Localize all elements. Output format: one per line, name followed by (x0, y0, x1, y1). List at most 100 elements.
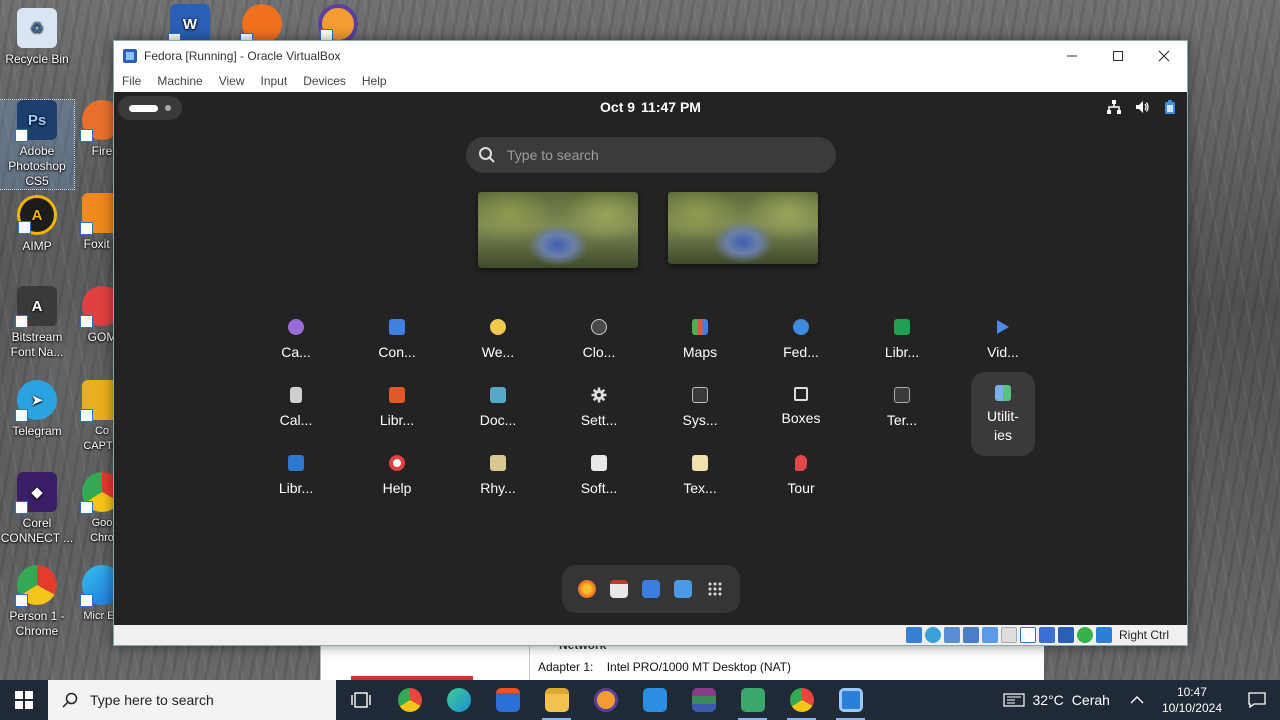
weather-temp: 32°C (1032, 692, 1064, 708)
start-button[interactable] (0, 680, 48, 720)
top-bar-clock[interactable]: Oct 9 11:47 PM (114, 99, 1187, 115)
taskbar-chrome[interactable] (385, 680, 434, 720)
overview-search-input[interactable]: Type to search (466, 137, 836, 173)
text-editor-icon (692, 455, 708, 471)
weather-widget[interactable]: 32°C Cerah (1002, 692, 1110, 708)
desktop-icon-chrome-person1[interactable]: Person 1 - Chrome (0, 565, 74, 639)
photoshop-icon: Ps (15, 100, 57, 142)
app-folder-utilities[interactable]: Utilit-ies (971, 372, 1035, 456)
dash-software-icon[interactable] (674, 580, 692, 598)
task-view-button[interactable] (336, 680, 385, 720)
edge-icon (446, 688, 471, 712)
taskbar-edge[interactable] (434, 680, 483, 720)
system-tray[interactable] (1105, 98, 1179, 116)
taskbar-corel[interactable] (728, 680, 777, 720)
rhythmbox-icon (490, 455, 506, 471)
fedora-guest-screen[interactable]: Oct 9 11:47 PM Type to search Ca... Con.… (114, 92, 1187, 626)
app-terminal[interactable]: Ter... (861, 374, 943, 456)
maximize-button[interactable] (1095, 41, 1141, 70)
taskbar-time: 10:47 (1176, 685, 1207, 699)
chrome-icon (15, 565, 57, 607)
taskbar-virtualbox[interactable] (826, 680, 875, 720)
close-button[interactable] (1141, 41, 1187, 70)
hard-disk-icon[interactable] (905, 627, 922, 643)
store-icon (495, 688, 520, 712)
menu-machine[interactable]: Machine (157, 74, 202, 88)
avast-icon (240, 4, 282, 46)
menu-help[interactable]: Help (362, 74, 387, 88)
cpu-icon[interactable] (1057, 627, 1074, 643)
network-adapter-icon[interactable] (962, 627, 979, 643)
mouse-integration-icon[interactable] (1076, 627, 1093, 643)
corel-icon (740, 688, 765, 712)
recording-icon[interactable] (1038, 627, 1055, 643)
app-libreoffice-writer[interactable]: Libr... (255, 442, 337, 524)
menu-devices[interactable]: Devices (303, 74, 346, 88)
show-apps-grid-icon[interactable] (706, 580, 724, 598)
menu-file[interactable]: File (122, 74, 141, 88)
calculator-icon (290, 387, 302, 403)
dash-calendar-icon[interactable] (610, 580, 628, 598)
keyboard-capture-icon[interactable] (1095, 627, 1112, 643)
chevron-up-icon[interactable] (1130, 695, 1144, 705)
virtualbox-window: Fedora [Running] - Oracle VirtualBox Fil… (113, 40, 1188, 646)
display-icon[interactable] (1019, 627, 1036, 643)
aimp-icon: A (17, 195, 57, 235)
window-titlebar[interactable]: Fedora [Running] - Oracle VirtualBox (114, 41, 1187, 70)
dash-writer-icon[interactable] (642, 580, 660, 598)
windows-logo-icon (15, 691, 33, 709)
shared-folders-icon[interactable] (1000, 627, 1017, 643)
taskbar-file-explorer[interactable] (532, 680, 581, 720)
notification-button[interactable] (1234, 680, 1280, 720)
desktop-icon-photoshop[interactable]: Ps Adobe Photoshop CS5 (0, 99, 75, 190)
taskbar-vpn[interactable] (581, 680, 630, 720)
notification-icon (1248, 692, 1266, 708)
app-tour[interactable]: Tour (760, 442, 842, 524)
virtualbox-app-icon (123, 48, 137, 63)
volume-icon[interactable] (1133, 98, 1151, 116)
search-placeholder: Type to search (507, 147, 599, 163)
app-software[interactable]: Soft... (558, 442, 640, 524)
boxes-icon (794, 387, 808, 401)
desktop-icon-aimp[interactable]: A AIMP (0, 195, 74, 254)
menu-view[interactable]: View (219, 74, 245, 88)
network-icon[interactable] (1105, 98, 1123, 116)
vm-status-bar: Right Ctrl (114, 625, 1187, 645)
help-icon (389, 455, 405, 471)
app-text-editor[interactable]: Tex... (659, 442, 741, 524)
taskbar-winrar[interactable] (679, 680, 728, 720)
desktop-icon-bitstream[interactable]: A Bitstream Font Na... (0, 286, 74, 360)
camera-icon (288, 319, 304, 335)
corel-connect-icon: ◆ (15, 472, 57, 514)
taskbar-date: 10/10/2024 (1161, 701, 1222, 715)
taskbar-chrome-profile[interactable] (777, 680, 826, 720)
chrome-icon (397, 688, 422, 712)
taskbar-search-box[interactable]: Type here to search (48, 680, 336, 720)
system-monitor-icon (692, 387, 708, 403)
workspace-thumbnail-2[interactable] (668, 192, 818, 264)
optical-drive-icon[interactable] (924, 627, 941, 643)
task-view-icon (350, 692, 371, 708)
libreoffice-calc-icon (894, 319, 910, 335)
maps-icon (692, 319, 708, 335)
recycle-bin-icon: ♻ (17, 8, 57, 48)
taskbar-store[interactable] (483, 680, 532, 720)
taskbar-vscode[interactable] (630, 680, 679, 720)
workspace-thumbnail-1[interactable] (478, 192, 638, 268)
winrar-icon (691, 688, 716, 712)
app-rhythmbox[interactable]: Rhy... (457, 442, 539, 524)
desktop-icon-recycle-bin[interactable]: ♻ Recycle Bin (0, 8, 74, 67)
terminal-icon (894, 387, 910, 403)
clocks-icon (591, 319, 607, 335)
desktop-icon-telegram[interactable]: ➤ Telegram (0, 380, 74, 439)
app-help[interactable]: Help (356, 442, 438, 524)
power-battery-icon[interactable] (1161, 98, 1179, 116)
taskbar-clock[interactable]: 10:47 10/10/2024 (1162, 684, 1222, 716)
minimize-button[interactable] (1049, 41, 1095, 70)
desktop-icon-corel-connect[interactable]: ◆ Corel CONNECT ... (0, 472, 74, 546)
dash-firefox-icon[interactable] (578, 580, 596, 598)
menu-input[interactable]: Input (261, 74, 288, 88)
weather-icon (1002, 693, 1025, 707)
audio-icon[interactable] (943, 627, 960, 643)
usb-icon[interactable] (981, 627, 998, 643)
